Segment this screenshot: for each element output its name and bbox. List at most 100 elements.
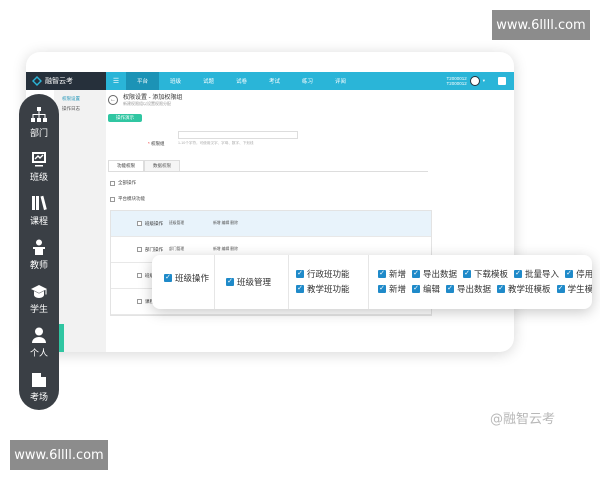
row-actions-cell[interactable]: 新增 编辑 删除 <box>213 247 431 252</box>
sidebar-item-4[interactable]: 学生 <box>30 276 48 320</box>
nav-item-5[interactable]: 练习 <box>291 72 324 90</box>
overlay-action-item[interactable]: ✓ 下载模板 <box>463 268 508 280</box>
overlay-function-checkbox[interactable]: ✓ <box>296 285 304 293</box>
overlay-action-label: 新增 <box>389 284 407 294</box>
platform-module-label: 平台模块功能 <box>118 196 145 201</box>
side-menu-item-log[interactable]: 操作日志 <box>54 104 106 114</box>
overlay-action-item[interactable]: ✓ 新增 <box>378 283 406 295</box>
back-arrow-icon[interactable]: ← <box>108 94 118 105</box>
user-ids: T2000012 T2000012 <box>446 76 466 86</box>
nav-item-3[interactable]: 试卷 <box>225 72 258 90</box>
overlay-action-label: 导出数据 <box>423 269 458 279</box>
platform-module-row[interactable]: 平台模块功能 <box>110 196 145 202</box>
nav-item-0[interactable]: 平台 <box>126 72 159 90</box>
row-checkbox[interactable] <box>137 221 142 226</box>
platform-module-checkbox[interactable] <box>110 196 115 202</box>
zoom-overlay-panel: ✓ 班级操作 ✓ 班级管理 ✓ 行政班功能 ✓ 教学班功能 ✓ 新增 ✓ 导出数据 ✓ 下… <box>152 255 592 309</box>
group-name-input[interactable] <box>178 131 298 139</box>
logo-icon <box>32 76 42 86</box>
overlay-function-row-2[interactable]: ✓ 教学班功能 <box>296 283 350 295</box>
overlay-action-item[interactable]: ✓ 导出数据 <box>412 268 457 280</box>
overlay-action-checkbox[interactable]: ✓ <box>412 285 421 293</box>
sidebar-item-3[interactable]: 教师 <box>30 232 48 276</box>
overlay-action-checkbox[interactable]: ✓ <box>497 285 506 293</box>
overlay-action-item[interactable]: ✓ 导出数据 <box>446 283 491 295</box>
select-all-checkbox[interactable] <box>110 180 115 186</box>
top-nav: 平台 班级 试题 试卷 考试 练习 评阅 <box>126 72 357 90</box>
nav-item-6[interactable]: 评阅 <box>324 72 357 90</box>
page-title: 权限设置 - 添加权限组 <box>123 95 183 101</box>
sidebar-item-label: 个人 <box>29 348 48 359</box>
nav-item-4[interactable]: 考试 <box>258 72 291 90</box>
overlay-action-checkbox[interactable]: ✓ <box>446 285 455 293</box>
overlay-action-checkbox[interactable]: ✓ <box>514 270 523 278</box>
user-area[interactable]: T2000012 T2000012 ▾ <box>446 72 506 90</box>
top-url-badge: www.6llll.com <box>492 10 590 40</box>
overlay-divider <box>288 255 289 309</box>
overlay-function-row-1[interactable]: ✓ 行政班功能 <box>296 268 350 280</box>
overlay-action-checkbox[interactable]: ✓ <box>463 270 472 278</box>
overlay-action-item[interactable]: ✓ 停用 <box>565 268 592 280</box>
nav-item-1[interactable]: 班级 <box>159 72 192 90</box>
app-logo[interactable]: 融智云考 <box>26 72 106 90</box>
avatar[interactable] <box>469 76 480 86</box>
sidebar-item-label: 考场 <box>29 392 48 403</box>
overlay-action-item[interactable]: ✓ 编辑 <box>412 283 440 295</box>
overlay-action-label: 新增 <box>389 269 407 279</box>
overlay-action-checkbox[interactable]: ✓ <box>565 270 574 278</box>
person-icon <box>31 327 46 343</box>
overlay-action-label: 停用 <box>576 269 592 279</box>
module-sidebar: 部门班级课程 教师学生个人考场 <box>19 94 59 410</box>
row-name-cell[interactable]: 班级操作 <box>111 221 169 227</box>
teacher-icon <box>32 239 45 255</box>
overlay-module-checkbox[interactable]: ✓ <box>226 278 234 286</box>
row-checkbox[interactable] <box>137 273 142 278</box>
sidebar-item-2[interactable]: 课程 <box>30 188 48 232</box>
select-all-row[interactable]: 全部操作 <box>110 180 136 186</box>
nav-item-2[interactable]: 试题 <box>192 72 225 90</box>
overlay-action-label: 学生模板 <box>567 284 592 294</box>
org-chart-icon <box>30 106 47 122</box>
sidebar-item-5[interactable]: 个人 <box>30 320 48 364</box>
overlay-group-checkbox[interactable]: ✓ <box>164 274 172 282</box>
overlay-action-checkbox[interactable]: ✓ <box>412 270 421 278</box>
row-module-cell[interactable]: 部门管理 <box>169 247 213 252</box>
row-name-cell[interactable]: 部门操作 <box>111 247 169 253</box>
overlay-action-checkbox[interactable]: ✓ <box>556 285 565 293</box>
chevron-down-icon[interactable]: ▾ <box>483 78 485 84</box>
overlay-action-item[interactable]: ✓ 批量导入 <box>514 268 559 280</box>
watermark-text: @融智云考 <box>490 412 556 427</box>
row-actions-cell[interactable]: 新增 编辑 删除 <box>213 221 431 226</box>
user-id-2: T2000012 <box>446 81 467 86</box>
row-name: 部门操作 <box>145 246 163 252</box>
demo-button[interactable]: 操作演示 <box>108 114 142 122</box>
overlay-action-item[interactable]: ✓ 新增 <box>378 268 406 280</box>
overlay-action-item[interactable]: ✓ 教学班模板 <box>497 283 551 295</box>
menu-icon[interactable]: ☰ <box>106 77 126 85</box>
overlay-module-row[interactable]: ✓ 班级管理 <box>226 276 271 288</box>
overlay-action-checkbox[interactable]: ✓ <box>378 270 386 278</box>
overlay-function-checkbox[interactable]: ✓ <box>296 270 304 278</box>
overlay-action-label: 编辑 <box>423 284 441 294</box>
overlay-action-checkbox[interactable]: ✓ <box>378 285 386 293</box>
sidebar-item-0[interactable]: 部门 <box>30 100 48 144</box>
sidebar-item-label: 班级 <box>29 172 48 183</box>
sidebar-item-1[interactable]: 班级 <box>30 144 48 188</box>
tab-divider <box>108 171 428 172</box>
class-board-icon <box>31 151 46 166</box>
book-icon[interactable] <box>498 77 506 85</box>
row-checkbox[interactable] <box>137 247 142 252</box>
sidebar-item-label: 学生 <box>29 304 48 315</box>
bottom-url-badge: www.6llll.com <box>10 440 108 470</box>
page-header: ← 权限设置 - 添加权限组 新建权限组以设置权限分配 <box>108 92 182 107</box>
overlay-action-label: 下载模板 <box>474 269 509 279</box>
overlay-divider <box>214 255 215 309</box>
row-checkbox[interactable] <box>137 299 142 304</box>
row-module-cell[interactable]: 班级管理 <box>169 221 213 226</box>
overlay-group-row[interactable]: ✓ 班级操作 <box>164 272 209 284</box>
overlay-actions-row-1: ✓新增✓导出数据✓下载模板✓批量导入✓停用✓启 <box>378 268 592 280</box>
overlay-action-label: 批量导入 <box>525 269 560 279</box>
overlay-action-item[interactable]: ✓学生模板 <box>556 283 592 295</box>
sidebar-item-6[interactable]: 考场 <box>30 364 48 408</box>
side-menu-item-permission[interactable]: 权限设置 <box>54 94 106 104</box>
